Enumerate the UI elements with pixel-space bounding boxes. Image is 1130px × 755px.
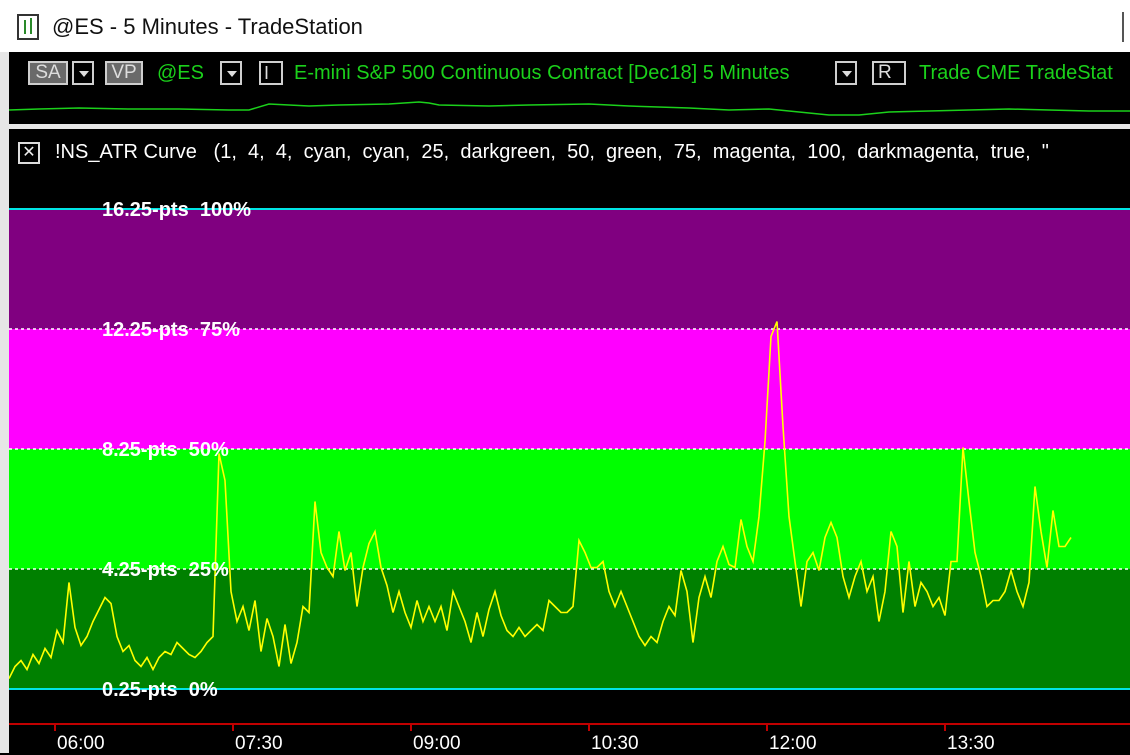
- level-label-25: 4.25-pts 25%: [102, 559, 229, 582]
- interval-button[interactable]: I: [259, 61, 283, 85]
- window-left-frame: [0, 52, 9, 753]
- symbol-label[interactable]: @ES: [157, 61, 204, 85]
- level-pts-50: 8.25-pts: [102, 439, 178, 461]
- indicator-header: ✕ !NS_ATR Curve (1, 4, 4, cyan, cyan, 25…: [9, 129, 1130, 173]
- time-tick: [944, 723, 946, 731]
- time-tick: [588, 723, 590, 731]
- window-edge: [1122, 12, 1130, 42]
- price-subchart: [9, 94, 1130, 124]
- time-label: 10:30: [591, 733, 639, 754]
- close-indicator-button[interactable]: ✕: [18, 142, 40, 164]
- tradestation-app-icon: [17, 14, 39, 40]
- level-label-75: 12.25-pts 75%: [102, 319, 240, 342]
- level-pts-100: 16.25-pts: [102, 199, 189, 221]
- level-pct-75: 75%: [199, 319, 240, 341]
- r-button[interactable]: R: [872, 61, 906, 85]
- indicator-parameters: !NS_ATR Curve (1, 4, 4, cyan, cyan, 25, …: [55, 141, 1049, 163]
- level-label-100: 16.25-pts 100%: [102, 199, 251, 222]
- exchange-info: Trade CME TradeStat: [919, 62, 1113, 84]
- interval-dropdown-icon[interactable]: [835, 61, 857, 85]
- time-axis: [9, 723, 1130, 725]
- time-tick: [232, 723, 234, 731]
- band-100: [9, 209, 1130, 329]
- time-label: 07:30: [235, 733, 283, 754]
- sa-button[interactable]: SA: [28, 61, 68, 85]
- symbol-dropdown-icon[interactable]: [220, 61, 242, 85]
- time-label: 12:00: [769, 733, 817, 754]
- level-label-50: 8.25-pts 50%: [102, 439, 229, 462]
- level-pts-25: 4.25-pts: [102, 559, 178, 581]
- symbol-description: E-mini S&P 500 Continuous Contract [Dec1…: [294, 62, 790, 84]
- time-label: 13:30: [947, 733, 995, 754]
- level-pct-25: 25%: [188, 559, 229, 581]
- level-pts-0: 0.25-pts: [102, 679, 178, 701]
- level-pct-100: 100%: [199, 199, 251, 221]
- level-label-0: 0.25-pts 0%: [102, 679, 218, 702]
- band-75: [9, 329, 1130, 449]
- time-tick: [766, 723, 768, 731]
- sa-dropdown-icon[interactable]: [72, 61, 94, 85]
- time-label: 06:00: [57, 733, 105, 754]
- time-tick: [410, 723, 412, 731]
- title-bar: @ES - 5 Minutes - TradeStation: [0, 0, 1130, 52]
- window-title: @ES - 5 Minutes - TradeStation: [52, 14, 363, 39]
- level-pct-50: 50%: [188, 439, 229, 461]
- band-25: [9, 569, 1130, 689]
- level-pts-75: 12.25-pts: [102, 319, 189, 341]
- time-label: 09:00: [413, 733, 461, 754]
- price-line: [9, 101, 1130, 116]
- chart-toolbar: SA VP @ES I E-mini S&P 500 Continuous Co…: [9, 52, 1130, 94]
- vp-button[interactable]: VP: [105, 61, 143, 85]
- level-pct-0: 0%: [188, 679, 218, 701]
- time-tick: [54, 723, 56, 731]
